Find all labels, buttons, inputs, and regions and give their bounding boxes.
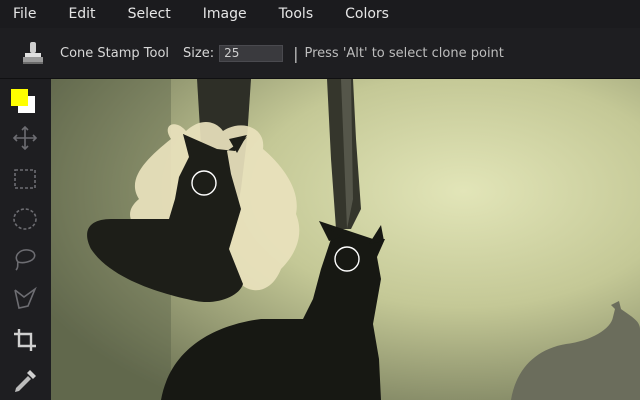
size-label: Size: xyxy=(183,45,215,61)
menu-select[interactable]: Select xyxy=(114,0,171,28)
foreground-color-swatch[interactable] xyxy=(11,89,28,106)
eyedropper-icon[interactable] xyxy=(12,368,38,394)
menu-colors[interactable]: Colors xyxy=(331,0,389,28)
menu-bar: File Edit Select Image Tools Colors xyxy=(0,0,640,28)
menu-edit[interactable]: Edit xyxy=(54,0,95,28)
clone-stamp-icon xyxy=(20,40,46,66)
horse-photo xyxy=(51,79,640,400)
lasso-icon[interactable] xyxy=(12,246,38,272)
move-icon[interactable] xyxy=(12,125,38,151)
image-canvas[interactable] xyxy=(51,79,640,400)
hint-separator: | xyxy=(293,43,299,63)
ellipse-select-icon[interactable] xyxy=(12,206,38,232)
tool-options-bar: Cone Stamp Tool Size: | Press 'Alt' to s… xyxy=(0,28,640,79)
rect-select-icon[interactable] xyxy=(12,166,38,192)
crop-icon[interactable] xyxy=(12,327,38,353)
menu-image[interactable]: Image xyxy=(189,0,247,28)
size-input[interactable] xyxy=(219,44,284,62)
polygon-lasso-icon[interactable] xyxy=(12,286,38,312)
tool-name-label: Cone Stamp Tool xyxy=(60,45,170,61)
menu-file[interactable]: File xyxy=(0,0,36,28)
hint-text: Press 'Alt' to select clone point xyxy=(304,45,504,61)
menu-tools[interactable]: Tools xyxy=(265,0,314,28)
